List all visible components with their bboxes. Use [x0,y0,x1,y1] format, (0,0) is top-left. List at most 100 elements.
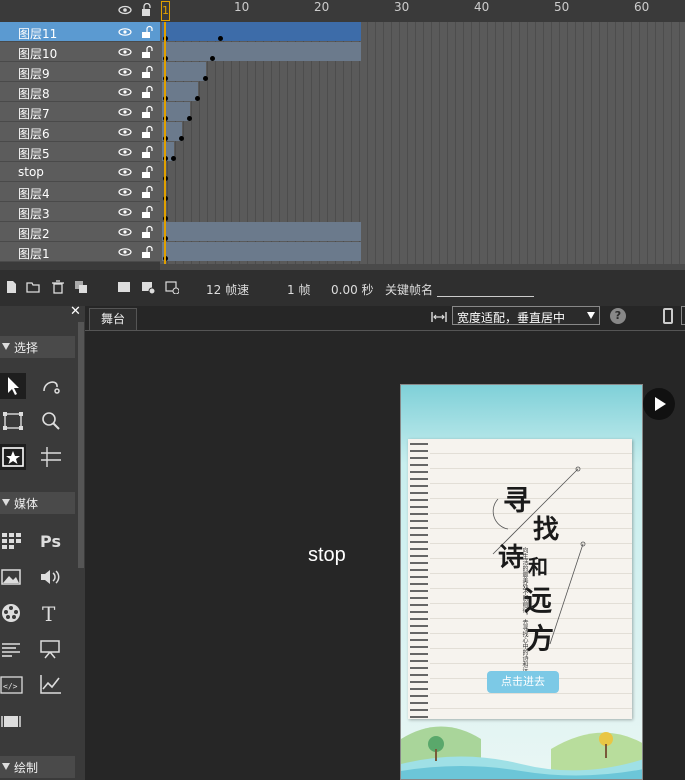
layer-row[interactable]: 图层1 [0,242,160,262]
video-tool[interactable] [0,600,26,626]
unlock-icon[interactable] [140,45,154,59]
layer-row[interactable]: 图层8 [0,82,160,102]
layer-row[interactable]: 图层4 [0,182,160,202]
trash-icon[interactable] [51,280,65,294]
device-select-edge[interactable] [681,306,685,325]
layer-row[interactable]: 图层6 [0,122,160,142]
frame-tool[interactable] [0,708,26,734]
fps-label[interactable]: 12 帧速 [206,281,249,298]
keyframe-dot[interactable] [218,36,223,41]
section-draw[interactable]: 绘制 [0,756,75,778]
zoom-icon [42,412,60,430]
close-icon[interactable]: ✕ [70,305,82,318]
eye-icon[interactable] [118,206,132,218]
unlock-icon[interactable] [140,145,154,159]
layer-row[interactable]: 图层5 [0,142,160,162]
layer-row[interactable]: 图层9 [0,62,160,82]
eye-icon[interactable] [118,106,132,118]
layer-row[interactable]: 图层11 [0,22,160,42]
photoshop-tool[interactable]: Ps [38,528,64,554]
unlock-icon[interactable] [140,105,154,119]
copy-layer-icon[interactable] [74,280,88,294]
layer-row[interactable]: stop [0,162,160,182]
ruler-tick-30: 30 [394,0,410,14]
keyframe-dot[interactable] [195,96,200,101]
eye-icon[interactable] [118,226,132,238]
phone-icon[interactable] [663,308,673,324]
layer-row[interactable]: 图层10 [0,42,160,62]
guide-tool[interactable] [38,444,64,470]
keyframe-dot[interactable] [203,76,208,81]
keyframe-dot[interactable] [179,136,184,141]
playhead-line [164,22,166,264]
eye-icon[interactable] [118,186,132,198]
eye-icon[interactable] [118,126,132,138]
layer-row[interactable]: 图层7 [0,102,160,122]
unlock-icon[interactable] [140,85,154,99]
frame-icon [1,716,21,727]
unlock-icon[interactable] [140,185,154,199]
unlock-icon[interactable] [140,125,154,139]
layer-row[interactable]: 图层3 [0,202,160,222]
unlock-icon[interactable] [140,25,154,39]
frame-span[interactable] [162,222,361,241]
eye-icon[interactable] [118,66,132,78]
unlock-icon[interactable] [140,245,154,259]
enter-button[interactable]: 点击进去 [487,671,559,693]
eye-icon[interactable] [118,166,132,178]
frame-span[interactable] [162,62,206,81]
shape-tool[interactable] [0,444,26,470]
chevron-down-icon [587,312,595,319]
image-tool[interactable] [0,564,26,590]
layer-name: 图层9 [18,67,50,81]
remove-frame-icon[interactable] [165,280,179,294]
keyframe-name-input[interactable] [437,280,534,297]
frame-ruler[interactable]: 1 10 20 30 40 50 60 [160,0,685,22]
playhead[interactable]: 1 [161,1,170,21]
zoom-tool[interactable] [38,408,64,434]
code-tool[interactable]: </> [0,672,26,698]
new-layer-icon[interactable] [4,280,18,294]
section-select[interactable]: 选择 [0,336,75,358]
transform-tool[interactable] [0,408,26,434]
eye-icon[interactable] [118,146,132,158]
frame-grid[interactable] [160,22,685,264]
grid-tool[interactable] [0,528,26,554]
lasso-tool[interactable] [38,373,64,399]
frame-span[interactable] [162,242,361,261]
unlock-icon[interactable] [140,225,154,239]
unlock-icon[interactable] [140,205,154,219]
pointer-tool[interactable] [0,373,26,399]
keyframe-dot[interactable] [210,56,215,61]
stop-label[interactable]: stop [308,544,346,567]
keyframe-dot[interactable] [187,116,192,121]
frame-span[interactable] [162,42,361,61]
eye-icon[interactable] [118,3,132,17]
section-media[interactable]: 媒体 [0,492,75,514]
stage-panel: 舞台 宽度适配，垂直居中 ? stop 寻 找 诗 和 远 方 向生活的最美处不… [85,306,685,780]
play-button[interactable] [643,388,675,420]
audio-tool[interactable] [38,564,64,590]
text-tool[interactable]: T [38,600,64,626]
chart-tool[interactable] [38,672,64,698]
lock-icon[interactable] [140,3,154,17]
eye-icon[interactable] [118,46,132,58]
tools-scrollbar[interactable] [78,322,84,568]
unlock-icon[interactable] [140,65,154,79]
folder-icon[interactable] [26,280,40,294]
layer-row[interactable]: 图层2 [0,222,160,242]
eye-icon[interactable] [118,86,132,98]
unlock-icon[interactable] [140,165,154,179]
fit-mode-select[interactable]: 宽度适配，垂直居中 [452,306,600,325]
eye-icon[interactable] [118,26,132,38]
tab-stage[interactable]: 舞台 [89,308,137,330]
frame-icon[interactable] [117,280,131,294]
add-frame-icon[interactable] [141,280,155,294]
keyframe-dot[interactable] [171,156,176,161]
frame-span[interactable] [162,22,361,41]
paragraph-tool[interactable] [0,636,26,662]
slideshow-tool[interactable] [38,636,64,662]
help-icon[interactable]: ? [610,308,626,324]
eye-icon[interactable] [118,246,132,258]
stage-canvas[interactable]: 寻 找 诗 和 远 方 向生活的最美处不断前行，去寻找心中的诗和远方 点击进去 [400,384,643,780]
